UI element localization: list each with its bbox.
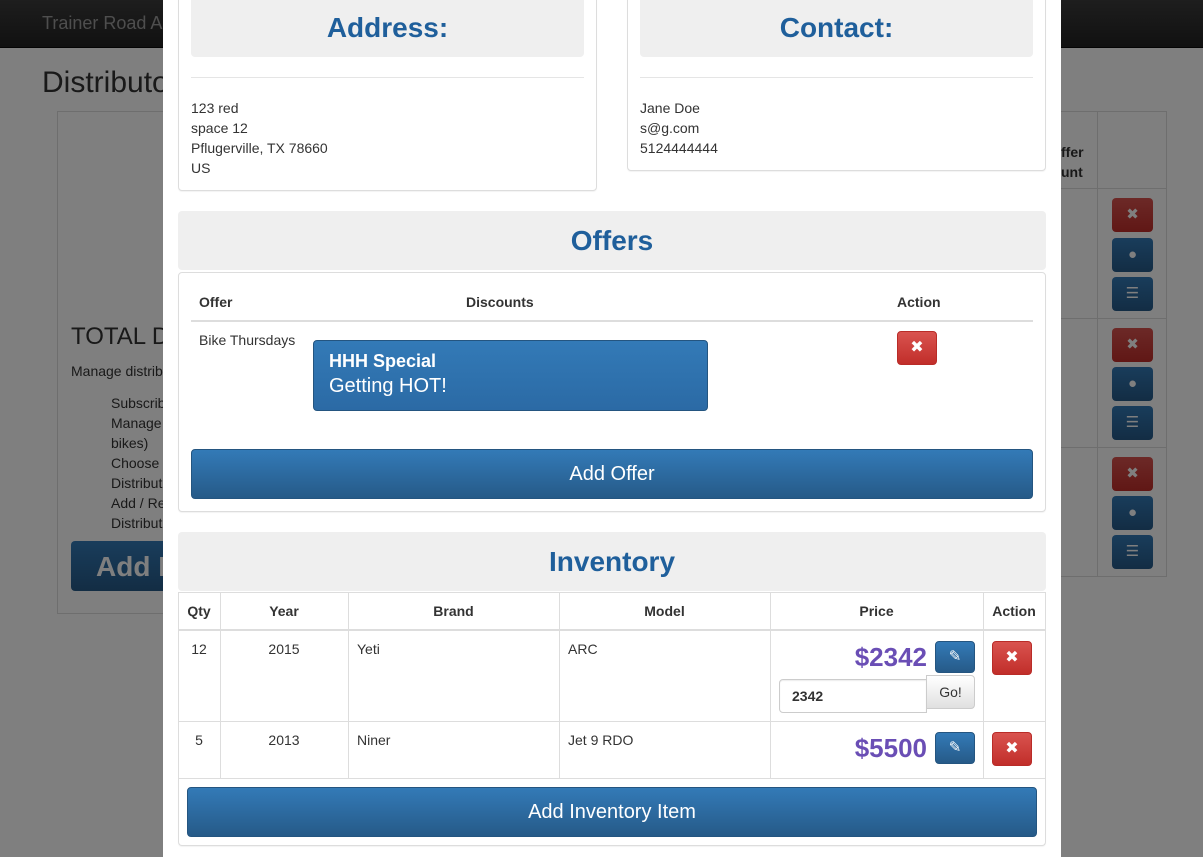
offer-name: Bike Thursdays bbox=[199, 332, 296, 348]
address-line: US bbox=[191, 160, 211, 176]
delete-item-button[interactable]: ✖ bbox=[992, 732, 1032, 766]
pencil-icon: ✎ bbox=[948, 648, 962, 665]
contact-phone: 5124444444 bbox=[640, 140, 718, 156]
address-lines: 123 red space 12 Pflugerville, TX 78660 … bbox=[191, 98, 328, 178]
delete-offer-button[interactable]: ✖ bbox=[897, 331, 937, 365]
inv-price: $5500 bbox=[854, 733, 927, 763]
contact-email: s@g.com bbox=[640, 120, 700, 136]
close-icon: ✖ bbox=[910, 339, 924, 356]
price-edit-input[interactable] bbox=[779, 679, 927, 713]
offers-heading: Offers bbox=[178, 211, 1046, 270]
address-line: 123 red bbox=[191, 100, 239, 116]
address-heading-text: Address: bbox=[326, 12, 449, 43]
grid-line bbox=[178, 721, 1046, 722]
contact-lines: Jane Doe s@g.com 5124444444 bbox=[640, 98, 718, 158]
contact-heading: Contact: bbox=[640, 0, 1033, 57]
inv-model: ARC bbox=[568, 641, 598, 657]
divider bbox=[640, 77, 1033, 78]
close-icon: ✖ bbox=[1005, 740, 1019, 757]
inv-price: $2342 bbox=[854, 642, 927, 672]
inv-col-price: Price bbox=[859, 603, 894, 619]
delete-item-button[interactable]: ✖ bbox=[992, 641, 1032, 675]
divider bbox=[191, 77, 584, 78]
grid-line bbox=[559, 592, 560, 779]
contact-heading-text: Contact: bbox=[779, 12, 894, 43]
inv-model: Jet 9 RDO bbox=[568, 732, 634, 748]
add-offer-button[interactable]: Add Offer bbox=[191, 449, 1033, 499]
offers-col-action: Action bbox=[897, 294, 941, 310]
modal-content: Address: 123 red space 12 Pflugerville, … bbox=[0, 0, 1203, 857]
add-inventory-button[interactable]: Add Inventory Item bbox=[187, 787, 1037, 837]
pencil-icon: ✎ bbox=[948, 739, 962, 756]
grid-line bbox=[178, 629, 1046, 631]
inv-year: 2015 bbox=[268, 641, 300, 657]
inv-brand: Niner bbox=[357, 732, 391, 748]
grid-line bbox=[220, 592, 221, 779]
offers-col-offer: Offer bbox=[199, 294, 233, 310]
inv-brand: Yeti bbox=[357, 641, 380, 657]
inv-col-action: Action bbox=[992, 603, 1036, 619]
discount-name: HHH Special bbox=[329, 351, 437, 371]
inv-col-qty: Qty bbox=[187, 603, 211, 619]
inv-qty: 5 bbox=[195, 732, 203, 748]
offers-header-divider bbox=[191, 320, 1033, 322]
contact-name: Jane Doe bbox=[640, 100, 700, 116]
address-heading: Address: bbox=[191, 0, 584, 57]
grid-line bbox=[178, 592, 1046, 593]
inventory-heading: Inventory bbox=[178, 532, 1046, 591]
edit-price-button[interactable]: ✎ bbox=[935, 641, 975, 673]
grid-line bbox=[1045, 592, 1046, 779]
grid-line bbox=[770, 592, 771, 779]
inv-col-year: Year bbox=[269, 603, 299, 619]
grid-line bbox=[178, 592, 179, 779]
inv-col-model: Model bbox=[644, 603, 685, 619]
edit-price-button[interactable]: ✎ bbox=[935, 732, 975, 764]
close-icon: ✖ bbox=[1005, 649, 1019, 666]
discount-description: Getting HOT! bbox=[329, 375, 447, 397]
address-line: Pflugerville, TX 78660 bbox=[191, 140, 328, 156]
discount-item[interactable]: HHH Special Getting HOT! bbox=[313, 340, 708, 411]
grid-line bbox=[983, 592, 984, 779]
offers-col-discounts: Discounts bbox=[466, 294, 534, 310]
go-button[interactable]: Go! bbox=[926, 675, 975, 709]
inv-qty: 12 bbox=[191, 641, 207, 657]
address-line: space 12 bbox=[191, 120, 248, 136]
grid-line bbox=[348, 592, 349, 779]
inv-col-brand: Brand bbox=[433, 603, 474, 619]
inv-year: 2013 bbox=[268, 732, 300, 748]
